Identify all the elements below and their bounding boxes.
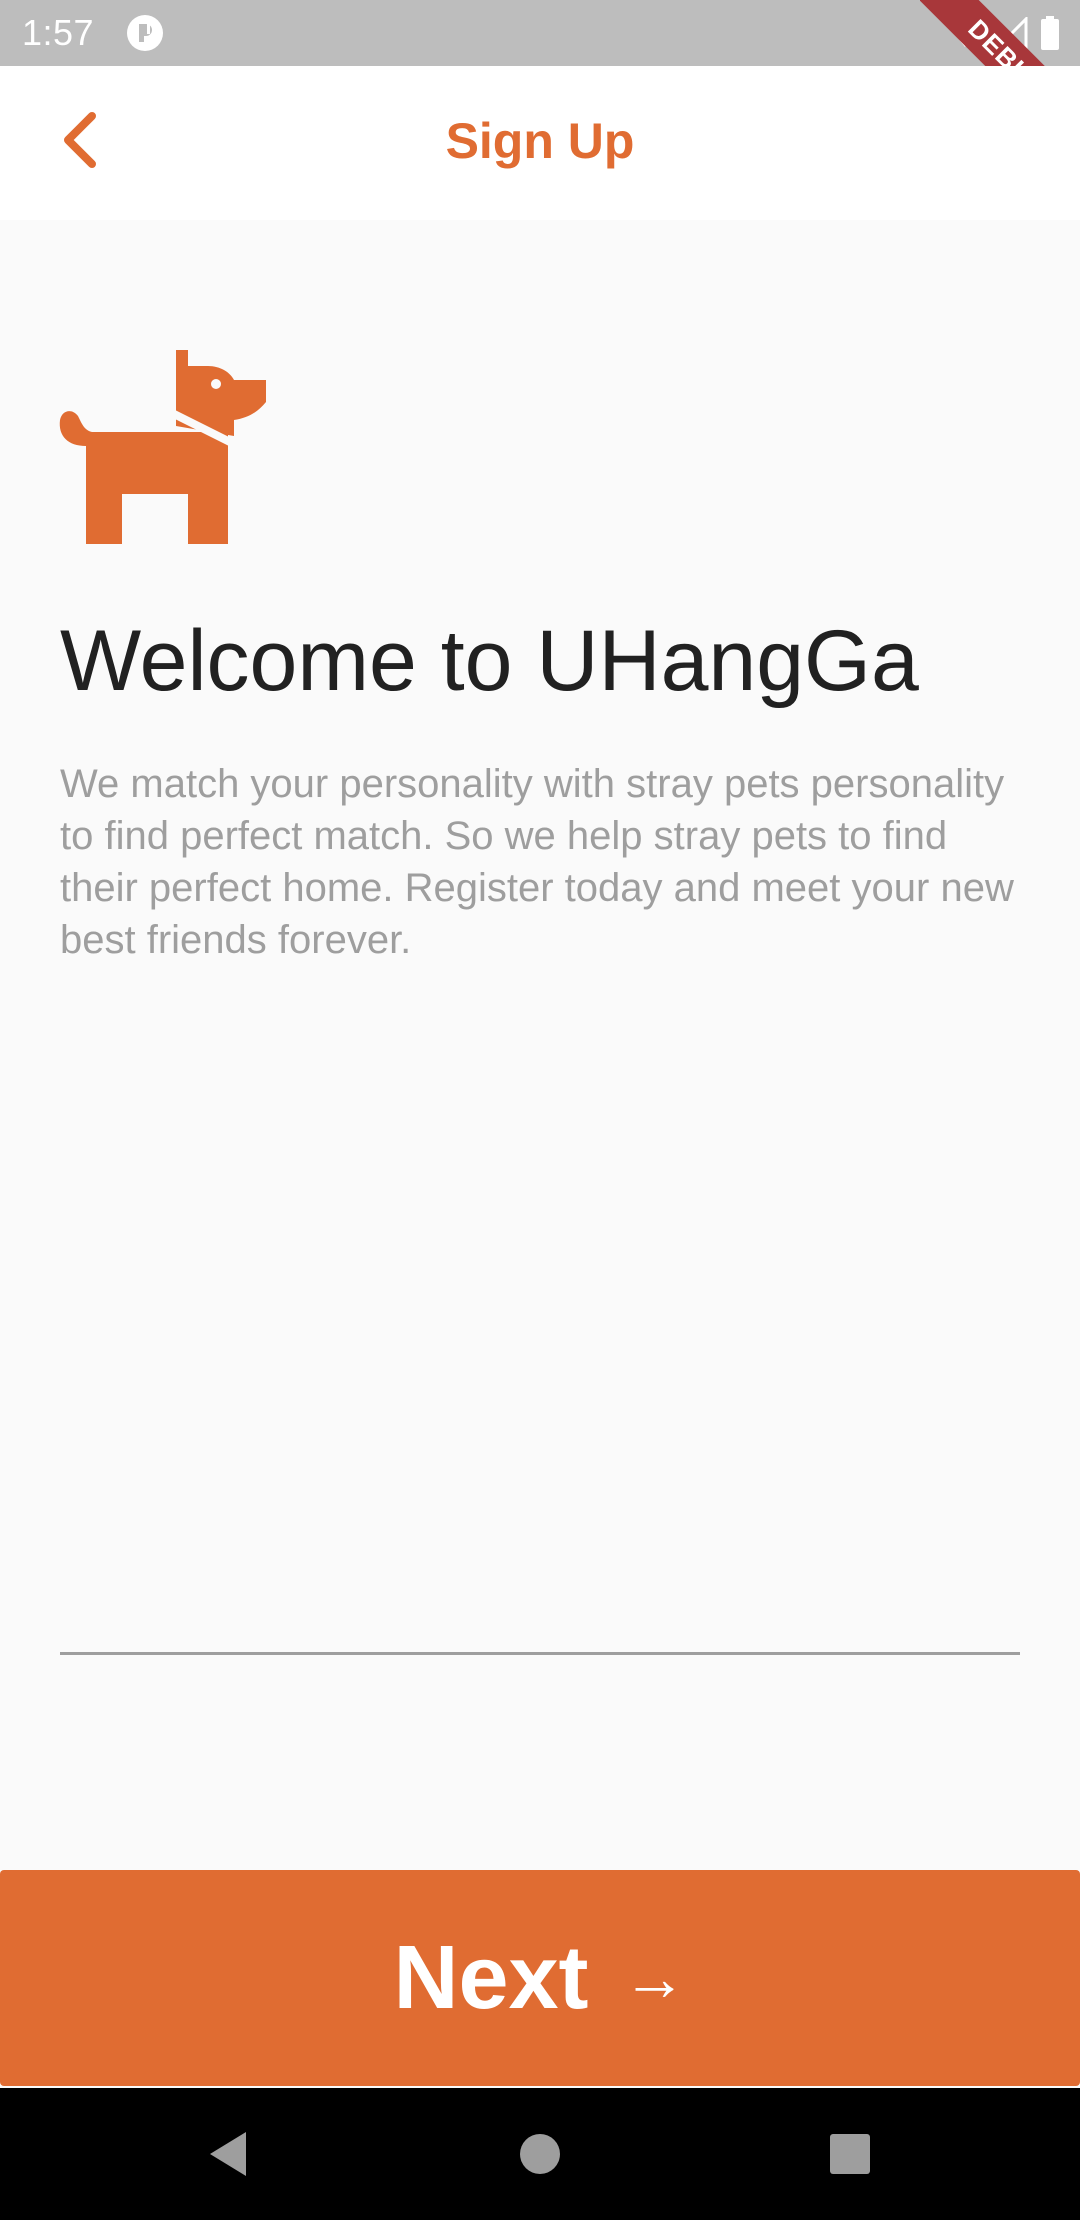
app-bar: Sign Up	[0, 66, 1080, 220]
system-navigation-bar	[0, 2088, 1080, 2220]
status-time: 1:57	[22, 12, 95, 53]
page-title: Sign Up	[445, 113, 635, 169]
signup-screen: 1:57 DEBUG Sign Up Welcome to UHangGa We…	[0, 0, 1080, 2220]
welcome-description: We match your personality with stray pet…	[60, 762, 1014, 962]
status-icons	[946, 14, 1060, 52]
input-underline	[60, 1652, 1020, 1655]
home-circle-icon	[518, 2132, 562, 2181]
signup-input[interactable]	[60, 1560, 1020, 1652]
cell-signal-icon	[996, 17, 1028, 49]
next-button-label: Next	[393, 1927, 589, 2028]
nav-home-button[interactable]	[512, 2128, 568, 2184]
status-bar: 1:57	[0, 0, 1080, 66]
recent-square-icon	[829, 2133, 871, 2180]
app-notification-icon	[126, 14, 164, 52]
back-triangle-icon	[206, 2130, 250, 2183]
wifi-icon	[946, 17, 984, 49]
next-button[interactable]: Next →	[0, 1870, 1080, 2086]
arrow-right-icon: →	[622, 1942, 687, 2014]
dog-icon	[58, 346, 270, 546]
welcome-title: Welcome to UHangGa	[60, 613, 919, 709]
nav-back-button[interactable]	[200, 2128, 256, 2184]
battery-icon	[1040, 16, 1060, 50]
nav-recent-button[interactable]	[822, 2128, 878, 2184]
